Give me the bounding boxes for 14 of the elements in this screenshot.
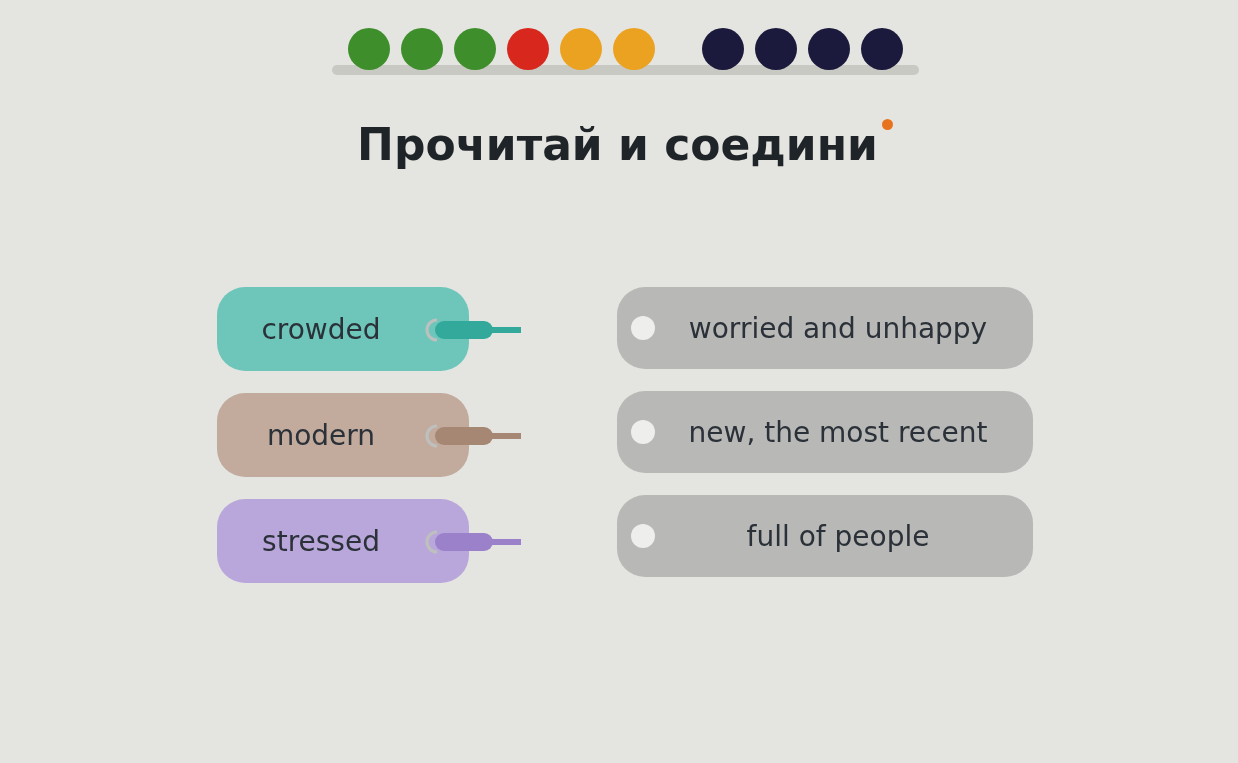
connector-handle[interactable]	[423, 318, 521, 342]
socket-icon	[631, 524, 655, 548]
word-card[interactable]: crowded	[217, 287, 469, 371]
dot-icon	[881, 119, 893, 130]
word-card[interactable]: modern	[217, 393, 469, 477]
title: Прочитай и соедини	[357, 118, 878, 172]
connector-handle[interactable]	[423, 530, 521, 554]
socket-icon	[631, 316, 655, 340]
socket-icon	[631, 420, 655, 444]
word-card[interactable]: stressed	[217, 499, 469, 583]
definition-card[interactable]: new, the most recent	[617, 391, 1033, 473]
connector-handle[interactable]	[423, 424, 521, 448]
definition-card[interactable]: full of people	[617, 495, 1033, 577]
definition-card[interactable]: worried and unhappy	[617, 287, 1033, 369]
